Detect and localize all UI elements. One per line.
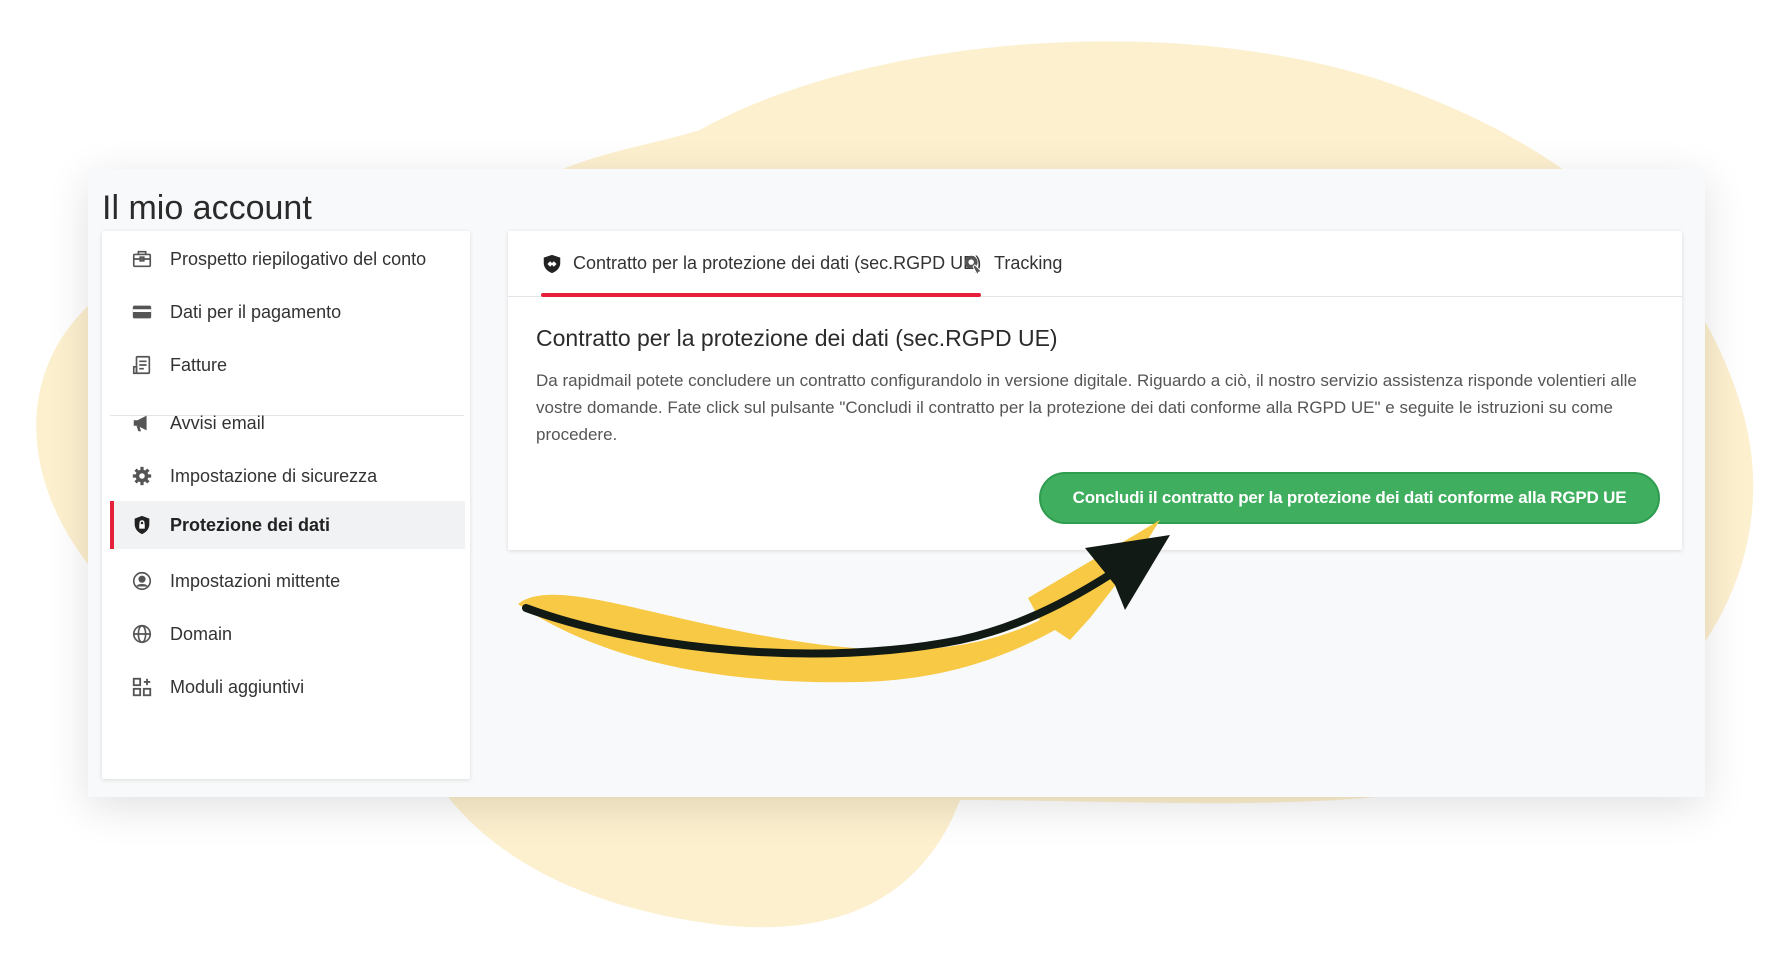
briefcase-icon [130,247,154,271]
sidebar-item-data-protection[interactable]: Protezione dei dati [110,501,465,549]
sidebar: Prospetto riepilogativo del conto Dati p… [102,231,470,779]
sidebar-item-label: Dati per il pagamento [170,301,342,322]
megaphone-icon [130,411,154,435]
sidebar-item-payment[interactable]: Dati per il pagamento [110,284,465,340]
sidebar-item-label: Impostazione di sicurezza [170,465,378,486]
sidebar-item-email-alerts[interactable]: Avvisi email [110,395,465,451]
account-panel: Il mio account Prospetto riepilogativo d… [88,169,1705,797]
sidebar-item-label: Domain [170,623,233,644]
gear-icon [130,464,154,488]
sidebar-item-sender-settings[interactable]: Impostazioni mittente [110,553,465,609]
sidebar-item-invoices[interactable]: Fatture [110,337,465,393]
credit-card-icon [130,300,154,324]
sidebar-item-label: Moduli aggiuntivi [170,676,305,697]
tab-gdpr-contract[interactable]: Contratto per la protezione dei dati (se… [541,231,982,297]
sidebar-item-domain[interactable]: Domain [110,606,465,662]
handshake-icon [541,253,563,275]
content-title: Contratto per la protezione dei dati (se… [536,325,1058,351]
shield-lock-icon [130,513,154,537]
user-circle-icon [130,569,154,593]
modules-icon [130,675,154,699]
tab-label: Tracking [994,253,1063,273]
page-title: Il mio account [102,189,312,227]
sidebar-item-addons[interactable]: Moduli aggiuntivi [110,659,465,715]
tab-bar: Contratto per la protezione dei dati (se… [508,231,1682,297]
sidebar-item-label: Prospetto riepilogativo del conto [170,248,427,269]
tab-tracking[interactable]: Tracking [962,231,1062,296]
tracking-icon [962,253,984,275]
sidebar-item-label: Impostazioni mittente [170,570,341,591]
sidebar-item-security[interactable]: Impostazione di sicurezza [110,448,465,504]
content-description: Da rapidmail potete concludere un contra… [536,371,1637,444]
globe-icon [130,622,154,646]
sidebar-item-label: Protezione dei dati [170,514,331,535]
conclude-contract-button[interactable]: Concludi il contratto per la protezione … [1039,472,1660,524]
sidebar-item-label: Fatture [170,354,228,375]
content-card: Contratto per la protezione dei dati (se… [508,231,1682,550]
invoice-icon [130,353,154,377]
tab-label: Contratto per la protezione dei dati (se… [573,253,982,273]
sidebar-item-account-overview[interactable]: Prospetto riepilogativo del conto [110,231,465,287]
sidebar-item-label: Avvisi email [170,412,265,433]
